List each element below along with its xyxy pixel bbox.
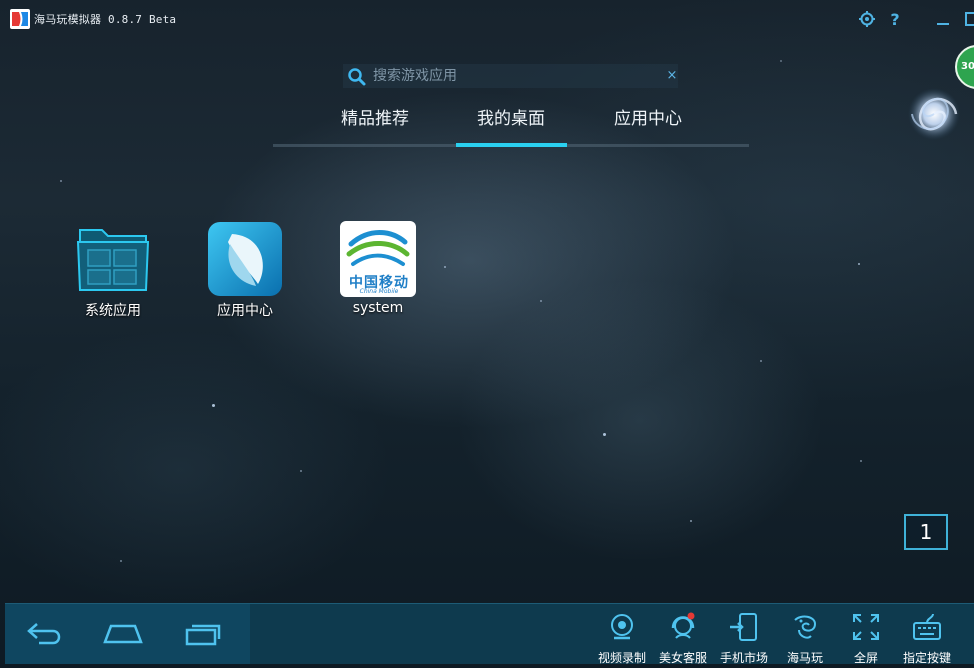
tool-label: 视频录制	[597, 651, 646, 665]
tab-active-indicator	[456, 143, 567, 147]
china-mobile-en-text: China Mobile	[359, 288, 399, 295]
tool-label: 手机市场	[719, 651, 768, 665]
galaxy-icon[interactable]	[906, 86, 962, 142]
phone-market-button[interactable]: 手机市场	[713, 608, 775, 665]
star	[603, 433, 606, 436]
tab-bar: 精品推荐 我的桌面 应用中心	[273, 100, 749, 148]
tool-label: 美女客服	[658, 651, 707, 665]
desktop-icon-system-apps[interactable]: 系统应用	[58, 220, 168, 330]
star	[760, 360, 762, 362]
tab-featured[interactable]: 精品推荐	[323, 104, 427, 134]
app-logo-icon	[10, 9, 30, 29]
tool-label: 海马玩	[786, 651, 823, 665]
desktop-icon-app-center[interactable]: 应用中心	[190, 220, 300, 330]
help-icon[interactable]: ?	[886, 10, 904, 28]
search-box: ×	[343, 64, 678, 88]
desktop-icon-label: system	[352, 300, 404, 316]
notification-dot	[687, 612, 695, 620]
star	[300, 470, 302, 472]
settings-gear-icon[interactable]	[858, 10, 876, 28]
keyboard-icon	[913, 613, 941, 640]
video-record-button[interactable]: 视频录制	[591, 608, 653, 665]
star	[212, 404, 215, 407]
tab-app-center[interactable]: 应用中心	[596, 104, 700, 134]
camera-icon	[611, 614, 633, 640]
folder-icon	[76, 229, 150, 291]
star	[60, 180, 62, 182]
key-mapping-button[interactable]: 指定按键	[896, 608, 958, 665]
page-indicator[interactable]: 1	[904, 514, 948, 550]
customer-service-button[interactable]: 美女客服	[652, 608, 714, 665]
headset-icon	[671, 612, 695, 639]
tool-label: 全屏	[853, 651, 878, 665]
search-input[interactable]	[373, 64, 663, 88]
window-title: 海马玩模拟器 0.8.7 Beta	[34, 13, 177, 26]
android-nav-bar	[5, 604, 250, 664]
star	[690, 520, 692, 522]
emulator-screen: 海马玩模拟器 0.8.7 Beta ? 30 搜索游戏应用 × 精品推荐 我的桌…	[0, 0, 974, 668]
home-icon[interactable]	[101, 618, 145, 648]
search-clear-button[interactable]: ×	[666, 66, 678, 86]
star	[780, 60, 782, 62]
back-icon[interactable]	[23, 618, 67, 648]
title-bar: 海马玩模拟器 0.8.7 Beta ?	[0, 0, 974, 36]
tool-label: 指定按键	[902, 651, 951, 665]
fullscreen-icon	[853, 614, 879, 640]
minimize-icon[interactable]	[934, 10, 952, 28]
haimawan-button[interactable]: 海马玩	[774, 608, 836, 665]
desktop-icon-label: 应用中心	[217, 303, 273, 319]
desktop-icon-system[interactable]: 中国移动 China Mobile system	[323, 220, 433, 330]
bottom-toolbar: 视频录制 美女客服 手机市场 海马玩 全屏 指定按键	[5, 603, 974, 665]
star	[540, 300, 542, 302]
star	[444, 266, 446, 268]
phone-market-icon	[730, 613, 757, 641]
star	[860, 460, 862, 462]
app-center-icon	[208, 222, 282, 296]
star	[858, 263, 860, 265]
search-icon	[348, 68, 366, 86]
maximize-icon[interactable]	[962, 10, 974, 28]
svg-text:?: ?	[890, 10, 899, 28]
tab-my-desktop[interactable]: 我的桌面	[459, 104, 563, 134]
fps-badge[interactable]: 30	[955, 45, 974, 89]
fullscreen-button[interactable]: 全屏	[835, 608, 897, 665]
recent-apps-icon[interactable]	[181, 618, 225, 648]
star	[120, 560, 122, 562]
seahorse-icon	[794, 615, 817, 639]
desktop-icon-label: 系统应用	[85, 303, 141, 319]
